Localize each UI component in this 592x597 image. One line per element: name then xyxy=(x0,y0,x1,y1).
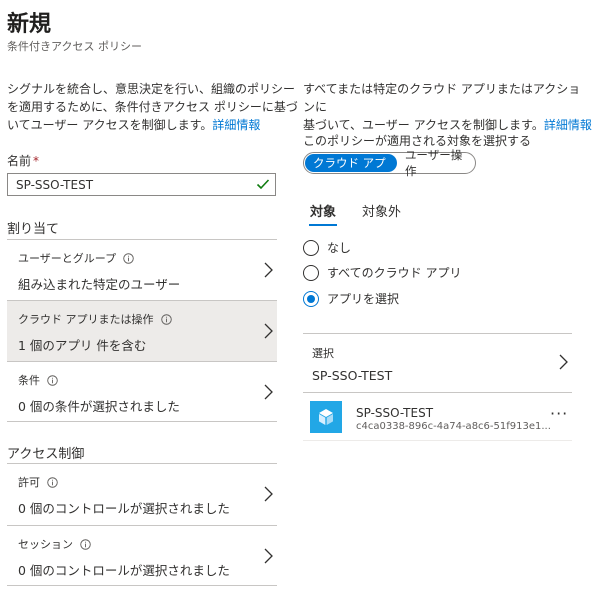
tab-exclude[interactable]: 対象外 xyxy=(362,201,401,220)
select-apps-row[interactable]: 選択 SP-SSO-TEST xyxy=(303,333,572,393)
policy-name-input[interactable] xyxy=(7,173,276,196)
radio-select-apps[interactable]: アプリを選択 xyxy=(303,290,399,307)
chevron-right-icon xyxy=(264,323,273,339)
info-icon[interactable] xyxy=(47,374,58,386)
info-icon[interactable] xyxy=(160,313,172,325)
chevron-right-icon xyxy=(264,486,273,502)
toggle-cloud-apps[interactable]: クラウド アプリ xyxy=(305,154,397,188)
checkmark-icon xyxy=(256,179,270,190)
assign-row-conditions[interactable]: 条件 0 個の条件が選択されました xyxy=(7,361,277,422)
tab-underline xyxy=(309,224,337,226)
more-options-icon[interactable]: ··· xyxy=(550,404,568,423)
access-row-grant[interactable]: 許可 0 個のコントロールが選択されました xyxy=(7,463,277,524)
radio-circle-checked[interactable] xyxy=(303,290,319,307)
radio-circle[interactable] xyxy=(303,264,319,281)
access-controls-heading: アクセス制御 xyxy=(7,447,85,462)
assign-row-users-groups[interactable]: ユーザーとグループ 組み込まれた特定のユーザー xyxy=(7,239,277,300)
right-learn-more-link[interactable]: 詳細情報 xyxy=(544,118,592,132)
app-name: SP-SSO-TEST xyxy=(356,406,434,420)
toggle-user-actions[interactable]: ユーザー操作 xyxy=(397,147,475,179)
right-description: すべてまたは特定のクラウド アプリまたはアクションに 基づいて、ユーザー アクセ… xyxy=(303,82,592,132)
page-title: 新規 xyxy=(7,12,52,37)
left-learn-more-link[interactable]: 詳細情報 xyxy=(212,118,260,132)
left-description: シグナルを統合し、意思決定を行い、組織のポリシー を適用するために、条件付きアク… xyxy=(7,82,298,132)
radio-none[interactable]: なし xyxy=(303,239,351,256)
required-mark: * xyxy=(33,154,40,168)
chevron-right-icon xyxy=(559,354,568,370)
info-icon[interactable] xyxy=(123,252,134,264)
assign-row-cloud-apps[interactable]: クラウド アプリまたは操作 1 個のアプリ 件を含む xyxy=(7,300,277,361)
app-cube-icon xyxy=(310,401,342,433)
chevron-right-icon xyxy=(264,548,273,564)
chevron-right-icon xyxy=(264,262,273,278)
target-type-toggle[interactable]: クラウド アプリ ユーザー操作 xyxy=(303,148,476,188)
info-icon[interactable] xyxy=(80,538,91,550)
tab-include[interactable]: 対象 xyxy=(310,201,336,220)
chevron-right-icon xyxy=(264,384,273,400)
name-label: 名前 * xyxy=(7,154,40,168)
radio-all-cloud-apps[interactable]: すべてのクラウド アプリ xyxy=(303,264,462,281)
access-row-session[interactable]: セッション 0 個のコントロールが選択されました xyxy=(7,525,277,586)
selected-app-item: SP-SSO-TEST c4ca0338-896c-4a74-a8c6-51f9… xyxy=(303,397,572,441)
page-subtitle: 条件付きアクセス ポリシー xyxy=(7,40,142,53)
assignments-heading: 割り当て xyxy=(7,222,60,237)
app-id: c4ca0338-896c-4a74-a8c6-51f913e1... xyxy=(356,421,551,432)
radio-circle[interactable] xyxy=(303,239,319,256)
info-icon[interactable] xyxy=(47,476,58,488)
